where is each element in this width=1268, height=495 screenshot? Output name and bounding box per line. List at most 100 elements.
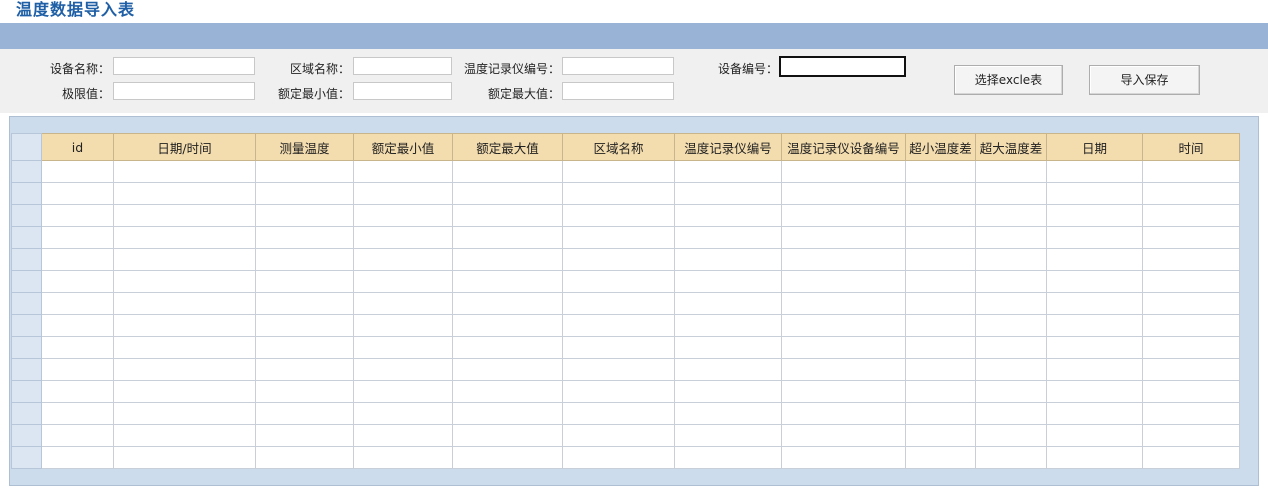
table-cell[interactable] [674, 336, 782, 359]
table-cell[interactable] [1142, 380, 1240, 403]
table-row[interactable] [11, 358, 1240, 381]
table-cell[interactable] [1142, 424, 1240, 447]
table-cell[interactable] [353, 226, 453, 249]
table-cell[interactable] [781, 226, 906, 249]
table-cell[interactable] [1142, 336, 1240, 359]
table-cell[interactable] [905, 292, 976, 315]
table-cell[interactable] [113, 182, 256, 205]
table-cell[interactable] [452, 204, 563, 227]
table-cell[interactable] [41, 402, 114, 425]
table-cell[interactable] [562, 446, 675, 469]
table-cell[interactable] [975, 424, 1047, 447]
row-header[interactable] [11, 446, 42, 469]
table-cell[interactable] [562, 380, 675, 403]
table-cell[interactable] [674, 270, 782, 293]
column-header[interactable]: 时间 [1142, 133, 1240, 161]
column-header[interactable]: 超大温度差 [975, 133, 1047, 161]
table-cell[interactable] [41, 182, 114, 205]
column-header[interactable]: 日期 [1046, 133, 1143, 161]
table-cell[interactable] [562, 424, 675, 447]
table-cell[interactable] [41, 248, 114, 271]
table-cell[interactable] [255, 292, 354, 315]
table-cell[interactable] [562, 292, 675, 315]
table-cell[interactable] [452, 402, 563, 425]
table-cell[interactable] [353, 270, 453, 293]
table-cell[interactable] [353, 314, 453, 337]
table-cell[interactable] [41, 446, 114, 469]
table-cell[interactable] [255, 358, 354, 381]
table-cell[interactable] [781, 204, 906, 227]
table-cell[interactable] [975, 402, 1047, 425]
row-header[interactable] [11, 336, 42, 359]
limit-value-input[interactable] [113, 82, 255, 100]
row-header[interactable] [11, 292, 42, 315]
table-cell[interactable] [674, 160, 782, 183]
table-cell[interactable] [781, 314, 906, 337]
table-cell[interactable] [41, 270, 114, 293]
table-cell[interactable] [975, 204, 1047, 227]
row-header[interactable] [11, 226, 42, 249]
table-row[interactable] [11, 270, 1240, 293]
table-row[interactable] [11, 182, 1240, 205]
row-header[interactable] [11, 424, 42, 447]
table-cell[interactable] [255, 182, 354, 205]
table-cell[interactable] [562, 402, 675, 425]
table-cell[interactable] [255, 204, 354, 227]
table-cell[interactable] [353, 446, 453, 469]
table-cell[interactable] [905, 160, 976, 183]
table-cell[interactable] [975, 160, 1047, 183]
table-cell[interactable] [255, 336, 354, 359]
table-cell[interactable] [113, 358, 256, 381]
table-cell[interactable] [562, 270, 675, 293]
column-header[interactable]: 额定最大值 [452, 133, 563, 161]
table-cell[interactable] [562, 204, 675, 227]
table-cell[interactable] [781, 424, 906, 447]
table-row[interactable] [11, 336, 1240, 359]
table-cell[interactable] [452, 446, 563, 469]
table-row[interactable] [11, 160, 1240, 183]
table-cell[interactable] [781, 402, 906, 425]
row-header[interactable] [11, 160, 42, 183]
table-cell[interactable] [353, 380, 453, 403]
table-cell[interactable] [113, 424, 256, 447]
table-cell[interactable] [975, 270, 1047, 293]
table-cell[interactable] [975, 292, 1047, 315]
row-header[interactable] [11, 248, 42, 271]
table-row[interactable] [11, 292, 1240, 315]
table-cell[interactable] [113, 336, 256, 359]
table-cell[interactable] [674, 358, 782, 381]
table-cell[interactable] [353, 204, 453, 227]
table-cell[interactable] [674, 182, 782, 205]
table-cell[interactable] [255, 380, 354, 403]
row-header[interactable] [11, 314, 42, 337]
column-header[interactable]: 日期/时间 [113, 133, 256, 161]
row-header[interactable] [11, 402, 42, 425]
row-header[interactable] [11, 204, 42, 227]
table-cell[interactable] [41, 314, 114, 337]
row-header[interactable] [11, 182, 42, 205]
table-cell[interactable] [452, 160, 563, 183]
table-cell[interactable] [1046, 424, 1143, 447]
table-cell[interactable] [674, 204, 782, 227]
table-cell[interactable] [562, 182, 675, 205]
table-cell[interactable] [562, 314, 675, 337]
table-cell[interactable] [452, 314, 563, 337]
table-cell[interactable] [452, 292, 563, 315]
row-header[interactable] [11, 270, 42, 293]
table-cell[interactable] [41, 358, 114, 381]
table-cell[interactable] [975, 182, 1047, 205]
table-cell[interactable] [452, 358, 563, 381]
table-cell[interactable] [255, 402, 354, 425]
table-cell[interactable] [1142, 226, 1240, 249]
table-cell[interactable] [975, 226, 1047, 249]
column-header[interactable]: 超小温度差 [905, 133, 976, 161]
table-cell[interactable] [255, 424, 354, 447]
table-cell[interactable] [113, 204, 256, 227]
table-cell[interactable] [1142, 160, 1240, 183]
table-cell[interactable] [1046, 336, 1143, 359]
table-cell[interactable] [562, 160, 675, 183]
table-cell[interactable] [353, 358, 453, 381]
table-cell[interactable] [905, 402, 976, 425]
table-cell[interactable] [1142, 446, 1240, 469]
table-cell[interactable] [452, 226, 563, 249]
